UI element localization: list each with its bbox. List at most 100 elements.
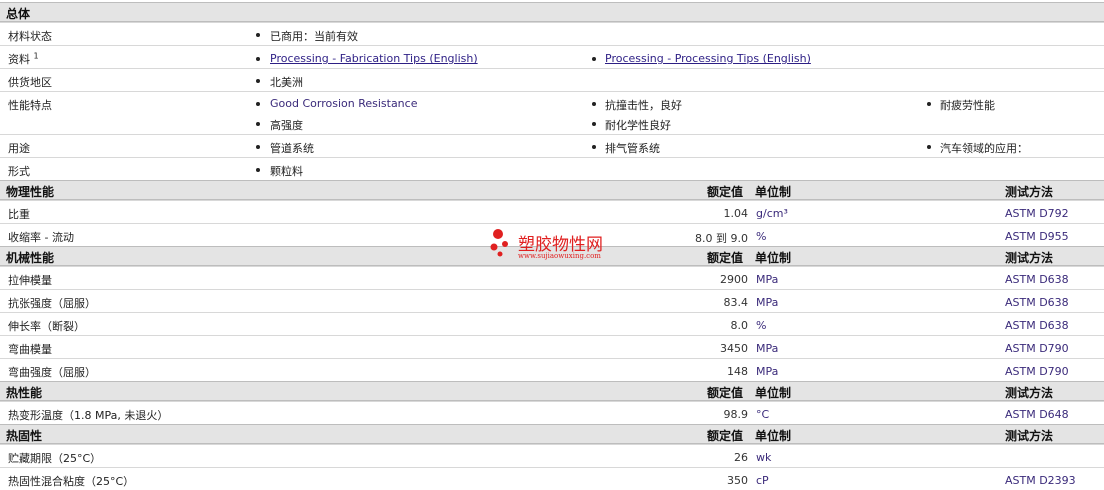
feature-item: 高强度 (270, 119, 303, 132)
processing-tips-link[interactable]: Processing - Processing Tips (English) (605, 52, 811, 65)
overview-header: 总体 (0, 2, 1104, 22)
bullet-icon (927, 145, 931, 149)
unit-header: 单位制 (755, 429, 792, 443)
features-row: 性能特点 Good Corrosion Resistance 抗撞击性，良好 耐… (0, 91, 1104, 134)
material-status-value: 已商用：当前有效 (270, 30, 358, 43)
method-header: 测试方法 (1005, 429, 1054, 443)
property-method: ASTM D638 (1005, 296, 1069, 309)
bullet-icon (256, 168, 260, 172)
property-value: 98.9 (723, 408, 749, 421)
method-header: 测试方法 (1005, 386, 1054, 400)
property-unit: MPa (756, 342, 779, 355)
property-row: 弯曲强度（屈服） 148 MPa ASTM D790 (0, 358, 1104, 381)
bullet-icon (927, 102, 931, 106)
unit-header: 单位制 (755, 386, 792, 400)
property-value: 8.0 (730, 319, 749, 332)
bullet-icon (256, 33, 260, 37)
material-status-row: 材料状态 已商用：当前有效 (0, 22, 1104, 45)
region-row: 供货地区 北美洲 (0, 68, 1104, 91)
use-item: 管道系统 (270, 142, 314, 155)
thermal-section-header: 热性能 额定值 单位制 测试方法 (0, 381, 1104, 401)
property-method: ASTM D955 (1005, 230, 1069, 243)
bullet-icon (256, 57, 260, 61)
property-row: 比重 1.04 g/cm³ ASTM D792 (0, 200, 1104, 223)
property-label: 抗张强度（屈服） (8, 297, 96, 310)
watermark-url: www.sujiaowuxing.com (518, 252, 601, 260)
feature-item: Good Corrosion Resistance (270, 97, 418, 110)
bullet-icon (592, 145, 596, 149)
property-value: 2900 (720, 273, 748, 286)
method-header: 测试方法 (1005, 185, 1054, 199)
property-unit: MPa (756, 296, 779, 309)
form-value: 颗粒料 (270, 165, 303, 178)
watermark-logo: 塑胶物性网 www.sujiaowuxing.com (490, 228, 630, 264)
docs-label: 资料 1 (8, 51, 39, 66)
nominal-header: 额定值 (707, 185, 744, 199)
property-label: 弯曲模量 (8, 343, 52, 356)
property-label: 热变形温度（1.8 MPa, 未退火） (8, 409, 169, 422)
features-label: 性能特点 (8, 99, 52, 112)
docs-footnote: 1 (33, 51, 39, 61)
form-row: 形式 颗粒料 (0, 157, 1104, 180)
property-unit: °C (756, 408, 770, 421)
property-unit: % (756, 319, 767, 332)
section-title: 热性能 (6, 386, 43, 400)
uses-label: 用途 (8, 142, 30, 155)
overview-title: 总体 (6, 7, 31, 21)
property-value: 8.0 到 9.0 (695, 232, 748, 245)
bullet-icon (592, 122, 596, 126)
property-label: 热固性混合粘度（25°C） (8, 475, 135, 488)
use-item: 排气管系统 (605, 142, 660, 155)
region-value: 北美洲 (270, 76, 303, 89)
property-row: 拉伸模量 2900 MPa ASTM D638 (0, 266, 1104, 289)
bullet-icon (256, 122, 260, 126)
property-label: 贮藏期限（25°C） (8, 452, 102, 465)
property-unit: g/cm³ (756, 207, 788, 220)
property-label: 收缩率 - 流动 (8, 231, 74, 244)
feature-item: 抗撞击性，良好 (605, 99, 682, 112)
property-value: 83.4 (723, 296, 749, 309)
fabrication-tips-link[interactable]: Processing - Fabrication Tips (English) (270, 52, 478, 65)
property-row: 弯曲模量 3450 MPa ASTM D790 (0, 335, 1104, 358)
property-row: 抗张强度（屈服） 83.4 MPa ASTM D638 (0, 289, 1104, 312)
property-value: 3450 (720, 342, 748, 355)
use-item: 汽车领域的应用： (940, 142, 1028, 155)
bullet-icon (256, 102, 260, 106)
property-label: 拉伸模量 (8, 274, 52, 287)
feature-item: 耐疲劳性能 (940, 99, 995, 112)
nominal-header: 额定值 (707, 429, 744, 443)
material-status-label: 材料状态 (8, 30, 52, 43)
watermark-dots-icon (490, 229, 508, 257)
bullet-icon (256, 145, 260, 149)
property-method: ASTM D790 (1005, 365, 1069, 378)
property-row: 热变形温度（1.8 MPa, 未退火） 98.9 °C ASTM D648 (0, 401, 1104, 424)
property-label: 弯曲强度（屈服） (8, 366, 96, 379)
property-value: 350 (727, 474, 748, 487)
property-row: 热固性混合粘度（25°C） 350 cP ASTM D2393 (0, 467, 1104, 490)
property-method: ASTM D638 (1005, 319, 1069, 332)
method-header: 测试方法 (1005, 251, 1054, 265)
bullet-icon (256, 79, 260, 83)
property-method: ASTM D792 (1005, 207, 1069, 220)
property-unit: MPa (756, 273, 779, 286)
property-value: 26 (734, 451, 748, 464)
section-title: 物理性能 (6, 185, 55, 199)
property-method: ASTM D790 (1005, 342, 1069, 355)
property-method: ASTM D648 (1005, 408, 1069, 421)
bullet-icon (592, 102, 596, 106)
property-method: ASTM D2393 (1005, 474, 1076, 487)
property-unit: % (756, 230, 767, 243)
property-value: 1.04 (723, 207, 749, 220)
bullet-icon (592, 57, 596, 61)
property-row: 贮藏期限（25°C） 26 wk (0, 444, 1104, 467)
region-label: 供货地区 (8, 76, 52, 89)
property-unit: cP (756, 474, 769, 487)
docs-row: 资料 1 Processing - Fabrication Tips (Engl… (0, 45, 1104, 68)
thermoset-section-header: 热固性 额定值 单位制 测试方法 (0, 424, 1104, 444)
property-label: 伸长率（断裂） (8, 320, 85, 333)
feature-item: 耐化学性良好 (605, 119, 671, 132)
property-method: ASTM D638 (1005, 273, 1069, 286)
property-label: 比重 (8, 208, 30, 221)
uses-row: 用途 管道系统 排气管系统 汽车领域的应用： (0, 134, 1104, 157)
property-unit: MPa (756, 365, 779, 378)
